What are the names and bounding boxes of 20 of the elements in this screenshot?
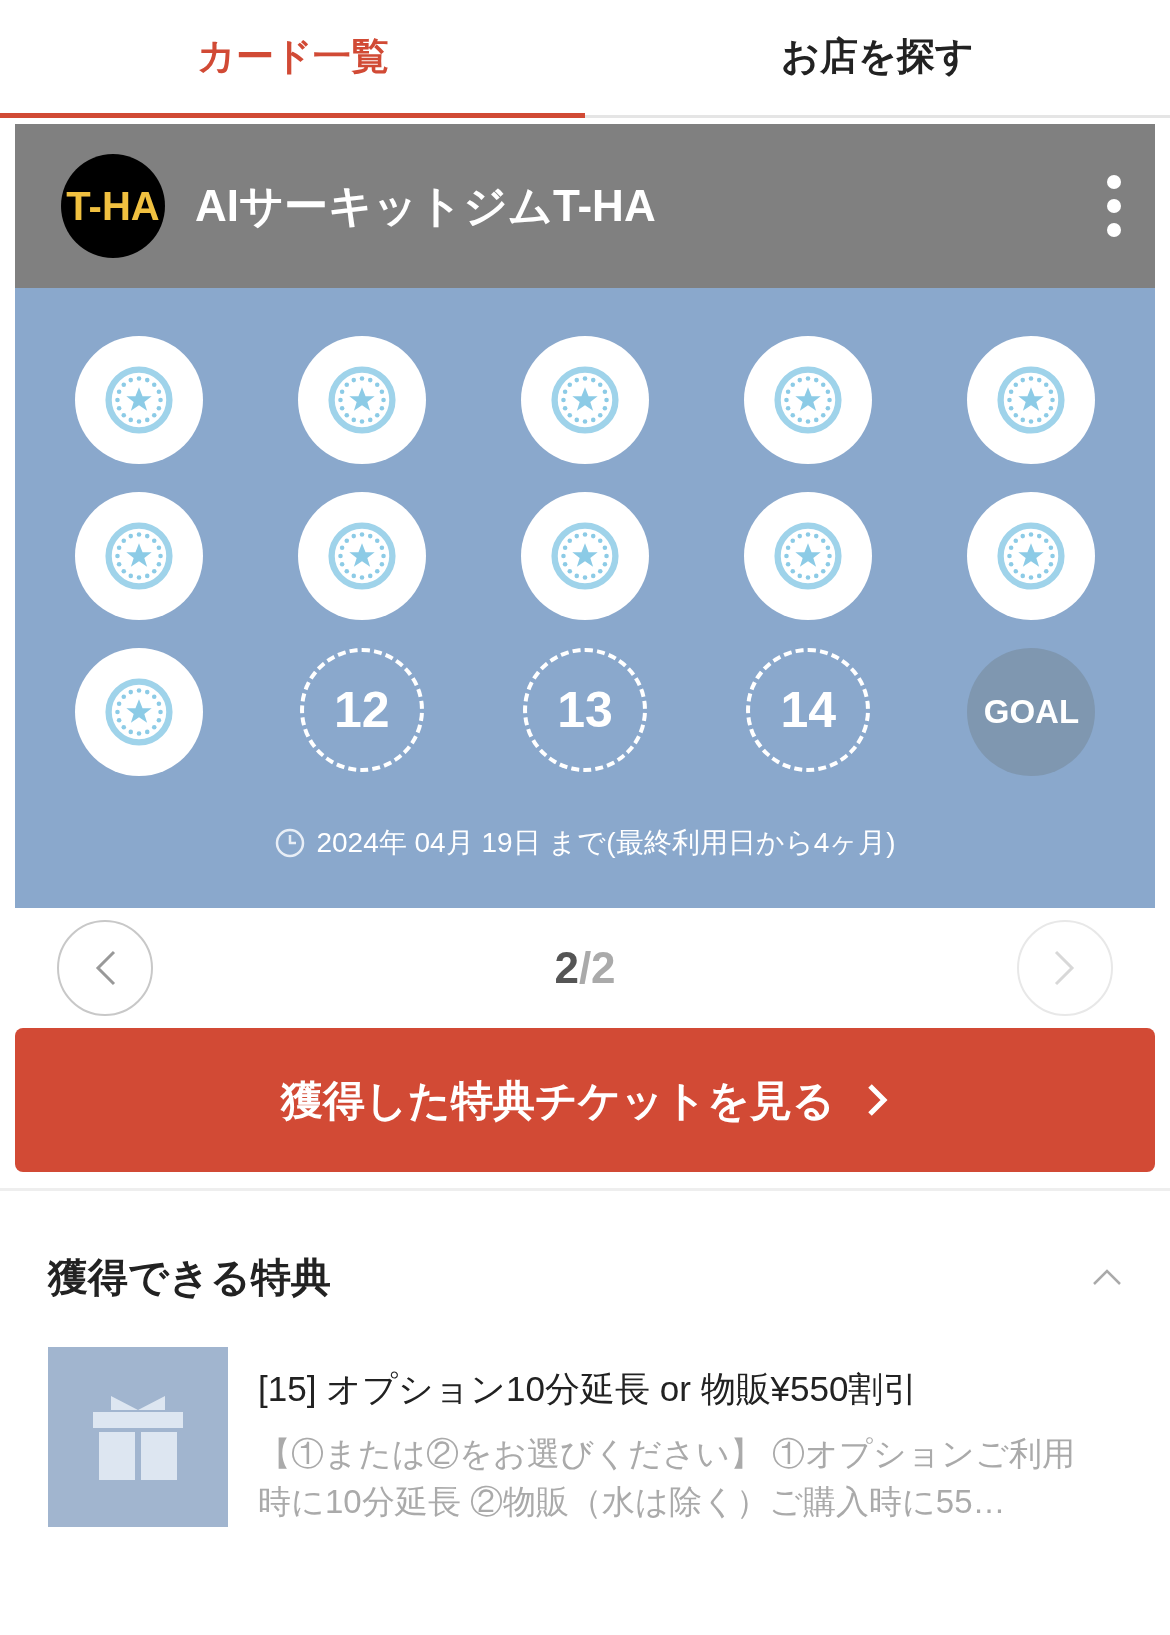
- tab[interactable]: お店を探す: [585, 0, 1170, 118]
- section-title: 獲得できる特典: [48, 1254, 331, 1301]
- page-current: 2: [554, 942, 579, 994]
- collapse-icon[interactable]: [1092, 1268, 1122, 1286]
- empty-stamp-slot: 14: [746, 648, 871, 772]
- more-icon[interactable]: [1107, 175, 1121, 237]
- expiry-text: 2024年 04月 19日 まで(最終利用日から4ヶ月): [316, 826, 896, 860]
- reward-title: [15] オプション10分延長 or 物販¥550割引: [258, 1368, 920, 1410]
- shop-logo: T-HA: [61, 154, 165, 258]
- tab[interactable]: カード一覧: [0, 0, 585, 118]
- previous-button[interactable]: [57, 920, 153, 1016]
- ticket-button[interactable]: 獲得した特典チケットを見る: [15, 1028, 1155, 1172]
- shop-name: AIサーキットジムT-HA: [195, 180, 657, 232]
- empty-stamp-slot: 13: [523, 648, 647, 772]
- chevron-right-icon: [865, 1082, 889, 1118]
- goal-stamp: GOAL: [967, 648, 1096, 776]
- reward-description: 【①または②をお選びください】 ①オプションご利用時に10分延長 ②物販（水は除く）ご購入時に55…: [258, 1433, 1077, 1522]
- clock-icon: [274, 827, 307, 859]
- page-total: /2: [578, 942, 616, 994]
- empty-stamp-slot: 12: [299, 648, 424, 772]
